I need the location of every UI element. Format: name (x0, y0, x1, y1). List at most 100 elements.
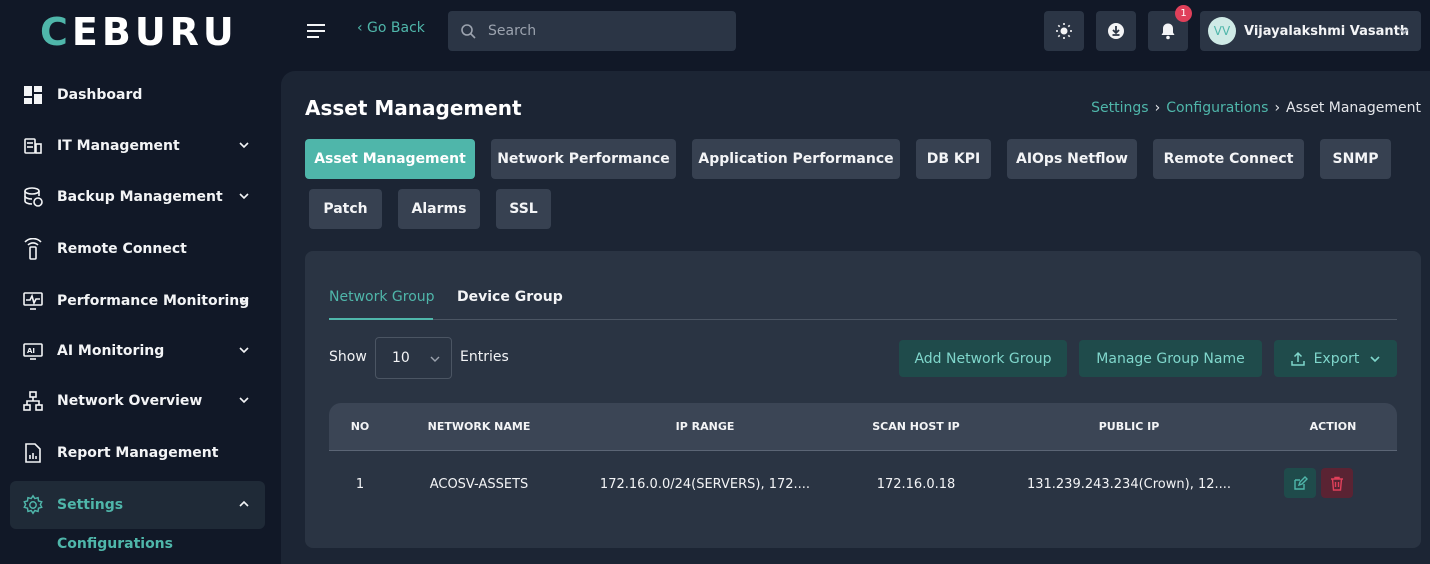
sidebar-item-network-overview[interactable]: Network Overview (10, 377, 265, 425)
chevron-down-icon (239, 397, 249, 404)
entries-value: 10 (392, 350, 410, 366)
database-backup-icon (22, 186, 44, 208)
col-ip-range: IP RANGE (675, 420, 735, 433)
breadcrumb-separator: › (1154, 100, 1161, 116)
sidebar-item-label: Remote Connect (57, 241, 187, 257)
chevron-down-icon (239, 193, 249, 200)
col-scan-host-ip: SCAN HOST IP (872, 420, 960, 433)
breadcrumb-settings[interactable]: Settings (1091, 100, 1148, 116)
breadcrumb-configurations[interactable]: Configurations (1166, 100, 1268, 116)
avatar: VV (1208, 17, 1236, 45)
sidebar-item-it-management[interactable]: IT Management (10, 122, 265, 170)
search-icon (461, 24, 476, 39)
cell-network-name: ACOSV-ASSETS (429, 477, 529, 492)
sidebar-item-label: Network Overview (57, 393, 203, 409)
tab-asset-management[interactable]: Asset Management (305, 139, 475, 179)
go-back-link[interactable]: ‹ Go Back (357, 20, 425, 36)
search-bar[interactable] (448, 11, 736, 51)
hamburger-menu-icon[interactable] (306, 22, 326, 40)
cell-no: 1 (355, 477, 365, 492)
chevron-down-icon (430, 356, 440, 362)
tab-snmp[interactable]: SNMP (1320, 139, 1391, 179)
sidebar-item-label: Settings (57, 497, 124, 513)
subtab-divider (329, 319, 1397, 320)
tab-network-performance[interactable]: Network Performance (491, 139, 676, 179)
sidebar: C EBURU Dashboard IT Management Backup Ma… (0, 0, 280, 564)
download-icon (1108, 23, 1124, 39)
server-icon (22, 135, 44, 157)
delete-button[interactable] (1321, 468, 1353, 498)
user-menu[interactable]: VV Vijayalakshmi Vasanth (1200, 11, 1421, 51)
entries-label: Entries (460, 349, 509, 365)
sidebar-item-label: Dashboard (57, 87, 143, 103)
chevron-down-icon (239, 297, 249, 304)
upload-icon (1290, 351, 1305, 366)
sidebar-item-settings[interactable]: Settings (10, 481, 265, 529)
sidebar-item-performance-monitoring[interactable]: Performance Monitoring (10, 277, 265, 325)
sidebar-item-backup-management[interactable]: Backup Management (10, 173, 265, 221)
table-header: NO NETWORK NAME IP RANGE SCAN HOST IP PU… (329, 403, 1397, 451)
sidebar-item-label: IT Management (57, 138, 180, 154)
search-input[interactable] (488, 23, 718, 39)
dashboard-icon (22, 84, 44, 106)
chevron-down-icon (1399, 28, 1409, 35)
page-title: Asset Management (305, 96, 522, 120)
tab-ssl[interactable]: SSL (496, 189, 551, 229)
sidebar-item-label: Backup Management (57, 189, 223, 205)
col-no: NO (350, 420, 370, 433)
tab-aiops-netflow[interactable]: AIOps Netflow (1007, 139, 1137, 179)
cell-ip-range: 172.16.0.0/24(SERVERS), 172.... (599, 477, 811, 492)
sidebar-item-dashboard[interactable]: Dashboard (10, 71, 265, 119)
col-network-name: NETWORK NAME (427, 420, 531, 433)
sidebar-item-report-management[interactable]: Report Management (10, 429, 265, 477)
chevron-down-icon (239, 142, 249, 149)
tab-db-kpi[interactable]: DB KPI (916, 139, 991, 179)
add-network-group-button[interactable]: Add Network Group (899, 340, 1067, 377)
user-name: Vijayalakshmi Vasanth (1244, 23, 1410, 39)
sun-icon (1056, 23, 1072, 39)
cell-public-ip: 131.239.243.234(Crown), 12.... (1026, 477, 1232, 492)
cell-scan-host-ip: 172.16.0.18 (876, 477, 956, 492)
col-public-ip: PUBLIC IP (1098, 420, 1160, 433)
breadcrumb: Settings › Configurations › Asset Manage… (1091, 100, 1421, 116)
edit-button[interactable] (1284, 468, 1316, 498)
svg-text:AI: AI (27, 347, 35, 355)
manage-group-name-button[interactable]: Manage Group Name (1079, 340, 1262, 377)
col-action: ACTION (1309, 420, 1357, 433)
ai-monitor-icon: AI (22, 340, 44, 362)
export-label: Export (1313, 350, 1360, 367)
network-icon (22, 390, 44, 412)
logo-text-c: C (40, 10, 72, 54)
tab-patch[interactable]: Patch (309, 189, 382, 229)
theme-toggle-button[interactable] (1044, 11, 1084, 51)
report-icon (22, 442, 44, 464)
monitor-pulse-icon (22, 290, 44, 312)
sidebar-item-remote-connect[interactable]: Remote Connect (10, 225, 265, 273)
sidebar-item-label: Report Management (57, 445, 219, 461)
chevron-down-icon (1370, 355, 1380, 362)
entries-select[interactable]: 10 (375, 337, 452, 379)
sidebar-subitem-configurations[interactable]: Configurations (57, 536, 173, 552)
breadcrumb-current: Asset Management (1286, 100, 1421, 116)
show-label: Show (329, 349, 367, 365)
tab-remote-connect[interactable]: Remote Connect (1153, 139, 1304, 179)
subtab-network-group[interactable]: Network Group (329, 289, 435, 305)
breadcrumb-separator: › (1274, 100, 1281, 116)
chevron-down-icon (239, 347, 249, 354)
notification-badge: 1 (1175, 5, 1192, 22)
sidebar-item-label: Performance Monitoring (57, 293, 250, 309)
gear-icon (22, 494, 44, 516)
download-button[interactable] (1096, 11, 1136, 51)
sidebar-item-label: AI Monitoring (57, 343, 165, 359)
tab-alarms[interactable]: Alarms (398, 189, 480, 229)
bell-icon (1161, 23, 1175, 40)
trash-icon (1331, 476, 1343, 491)
ceburu-logo[interactable]: C EBURU (40, 10, 238, 54)
chevron-up-icon (239, 500, 249, 507)
subtab-active-indicator (329, 318, 433, 320)
export-button[interactable]: Export (1274, 340, 1397, 377)
antenna-icon (22, 238, 44, 260)
subtab-device-group[interactable]: Device Group (457, 289, 563, 305)
sidebar-item-ai-monitoring[interactable]: AI AI Monitoring (10, 327, 265, 375)
tab-application-performance[interactable]: Application Performance (692, 139, 900, 179)
